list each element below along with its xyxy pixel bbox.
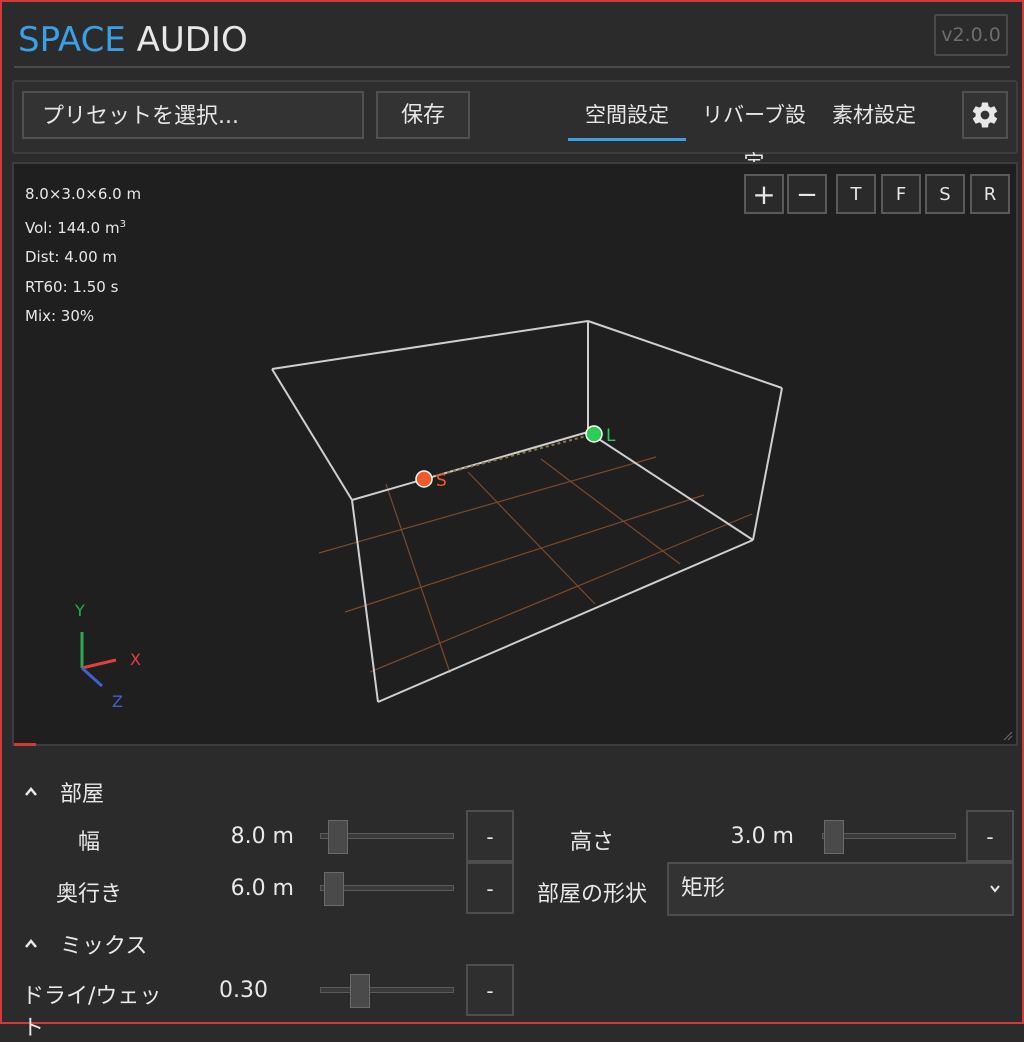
height-slider[interactable] <box>822 820 956 854</box>
depth-value: 6.0 m <box>230 876 294 901</box>
room-volume-unit-sup: 3 <box>119 218 126 230</box>
parameter-panel: 部屋 幅 8.0 m - 高さ 3.0 m - 奥行き 6.0 m - 部屋の形… <box>14 762 1014 1041</box>
room-dimensions: 8.0×3.0×6.0 m <box>25 185 142 203</box>
gear-icon <box>972 102 998 128</box>
app-title-accent: SPACE <box>18 20 126 60</box>
depth-slider-thumb[interactable] <box>324 872 344 906</box>
depth-slider[interactable] <box>320 872 454 906</box>
depth-label: 奥行き <box>55 882 122 907</box>
app-window: SPACE AUDIO v2.0.0 プリセットを選択... 保存 空間設定 リ… <box>0 0 1024 1041</box>
toolbar: プリセットを選択... 保存 空間設定 リバーブ設定 素材設定 <box>12 80 1018 175</box>
tab-material-settings[interactable]: 素材設定 <box>824 91 924 139</box>
preset-select[interactable]: プリセットを選択... <box>22 91 364 139</box>
height-minus-button[interactable]: - <box>966 810 1014 862</box>
tab-space-settings[interactable]: 空間設定 <box>568 91 686 141</box>
mix-section-header[interactable]: ミックス <box>24 928 147 960</box>
rt60-readout: RT60: 1.50 s <box>25 277 119 296</box>
axis-gizmo: Y X Z <box>74 601 141 711</box>
mix-readout: Mix: 30% <box>25 307 95 325</box>
mix-section-title: ミックス <box>60 934 148 959</box>
room-section-title: 部屋 <box>60 782 105 807</box>
listener-marker[interactable] <box>585 425 603 443</box>
listener-label: L <box>606 426 616 446</box>
room-info-overlay: 8.0×3.0×6.0 m Vol: 144.0 m3 Dist: 4.00 m… <box>25 180 141 332</box>
tab-reverb-settings[interactable]: リバーブ設定 <box>694 91 814 175</box>
depth-minus-button[interactable]: - <box>466 862 514 914</box>
zoom-in-button[interactable]: + <box>744 174 784 214</box>
viewport-marker <box>14 743 36 746</box>
width-slider-thumb[interactable] <box>328 820 348 854</box>
drywet-minus-button[interactable]: - <box>466 964 514 1016</box>
room-volume: Vol: 144.0 m3 <box>25 210 141 244</box>
resize-grip[interactable] <box>1003 731 1013 741</box>
room-scene: S L Y X Z <box>74 320 1013 741</box>
floor-grid <box>318 456 753 674</box>
room-shape-value: 矩形 <box>681 876 726 901</box>
width-label: 幅 <box>77 830 100 855</box>
view-controls: + − T F S R <box>744 174 1010 214</box>
chevron-up-icon <box>25 939 37 948</box>
app-title-rest: AUDIO <box>136 20 248 60</box>
settings-button[interactable] <box>962 91 1008 139</box>
app-header: SPACE AUDIO v2.0.0 <box>14 14 1010 66</box>
room-shape-label: 部屋の形状 <box>536 882 647 907</box>
room-wireframe <box>271 320 783 703</box>
drywet-slider-thumb[interactable] <box>350 974 370 1008</box>
width-slider[interactable] <box>320 820 454 854</box>
sound-source-label: S <box>436 471 447 491</box>
view-top-button[interactable]: T <box>836 174 876 214</box>
sound-source-marker[interactable] <box>415 470 433 488</box>
room-volume-text: Vol: 144.0 m <box>25 218 120 237</box>
axis-x-label: X <box>130 650 141 669</box>
view-reset-button[interactable]: R <box>970 174 1010 214</box>
source-distance: Dist: 4.00 m <box>25 248 118 266</box>
drywet-slider-track <box>320 987 454 993</box>
source-listener-line <box>423 433 595 480</box>
version-badge: v2.0.0 <box>934 14 1008 56</box>
axis-z-label: Z <box>112 692 123 711</box>
save-button[interactable]: 保存 <box>376 91 470 139</box>
room-3d-viewport[interactable]: S L Y X Z 8.0×3.0×6.0 m Vol: 144.0 m3 Di <box>12 162 1018 746</box>
width-minus-button[interactable]: - <box>466 810 514 862</box>
drywet-value: 0.30 <box>219 978 268 1003</box>
drywet-slider[interactable] <box>320 974 454 1008</box>
height-label: 高さ <box>569 830 614 855</box>
view-front-button[interactable]: F <box>881 174 921 214</box>
app-title: SPACE AUDIO <box>18 20 248 60</box>
zoom-out-button[interactable]: − <box>787 174 827 214</box>
axis-y-label: Y <box>74 601 85 620</box>
view-side-button[interactable]: S <box>925 174 965 214</box>
chevron-down-icon <box>990 885 1000 893</box>
height-slider-thumb[interactable] <box>824 820 844 854</box>
drywet-label: ドライ/ウェット <box>22 984 162 1041</box>
room-shape-select[interactable]: 矩形 <box>667 862 1014 916</box>
chevron-up-icon <box>25 787 37 796</box>
width-value: 8.0 m <box>230 824 294 849</box>
room-section-header[interactable]: 部屋 <box>24 776 104 808</box>
header-divider <box>14 66 1010 68</box>
height-value: 3.0 m <box>730 824 794 849</box>
